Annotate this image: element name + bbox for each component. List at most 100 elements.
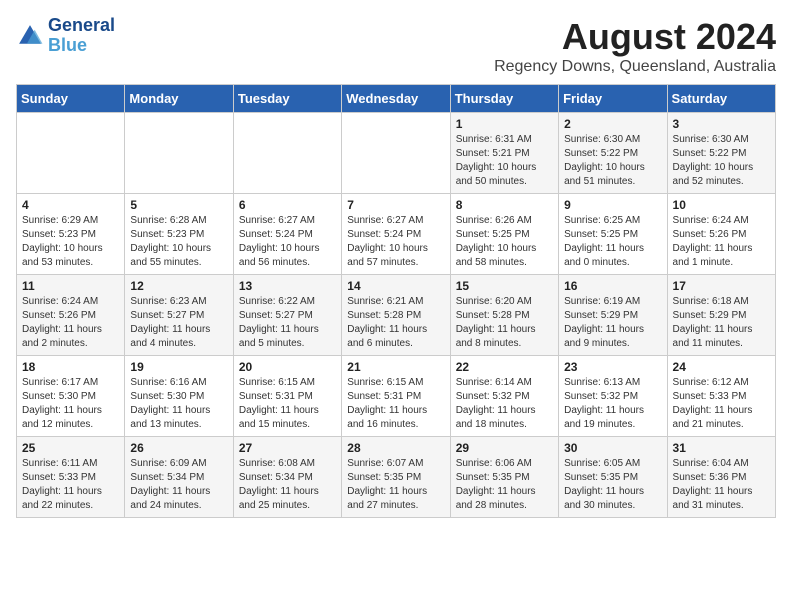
calendar-cell: 8 Sunrise: 6:26 AM Sunset: 5:25 PM Daylig… bbox=[450, 194, 558, 275]
calendar-week-row: 11 Sunrise: 6:24 AM Sunset: 5:26 PM Dayli… bbox=[17, 275, 776, 356]
calendar-cell: 31 Sunrise: 6:04 AM Sunset: 5:36 PM Dayli… bbox=[667, 437, 775, 518]
day-number: 10 bbox=[673, 198, 770, 212]
logo-line1: General bbox=[48, 16, 115, 36]
day-number: 19 bbox=[130, 360, 227, 374]
calendar-cell: 28Sunrise: 6:07 AM Sunset: 5:35 PM Dayli… bbox=[342, 437, 450, 518]
day-number: 2 bbox=[564, 117, 661, 131]
calendar-cell bbox=[17, 113, 125, 194]
day-header-sunday: Sunday bbox=[17, 85, 125, 113]
day-number: 29 bbox=[456, 441, 553, 455]
day-info: Sunrise: 6:05 AM Sunset: 5:35 PM Dayligh… bbox=[564, 457, 661, 513]
day-number: 8 bbox=[456, 198, 553, 212]
logo-text: General Blue bbox=[48, 16, 115, 56]
calendar-table: SundayMondayTuesdayWednesdayThursdayFrid… bbox=[16, 84, 776, 518]
day-header-wednesday: Wednesday bbox=[342, 85, 450, 113]
day-info: Sunrise: 6:30 AM Sunset: 5:22 PM Dayligh… bbox=[564, 133, 661, 189]
calendar-cell: 19 Sunrise: 6:16 AM Sunset: 5:30 PM Dayli… bbox=[125, 356, 233, 437]
day-info: Sunrise: 6:16 AM Sunset: 5:30 PM Dayligh… bbox=[130, 376, 227, 432]
day-number: 22 bbox=[456, 360, 553, 374]
day-header-saturday: Saturday bbox=[667, 85, 775, 113]
day-info: Sunrise: 6:09 AM Sunset: 5:34 PM Dayligh… bbox=[130, 457, 227, 513]
logo-line2: Blue bbox=[48, 36, 115, 56]
calendar-cell: 1Sunrise: 6:31 AM Sunset: 5:21 PM Daylig… bbox=[450, 113, 558, 194]
day-info: Sunrise: 6:25 AM Sunset: 5:25 PM Dayligh… bbox=[564, 214, 661, 270]
day-info: Sunrise: 6:21 AM Sunset: 5:28 PM Dayligh… bbox=[347, 295, 444, 351]
day-info: Sunrise: 6:07 AM Sunset: 5:35 PM Dayligh… bbox=[347, 457, 444, 513]
calendar-cell: 13 Sunrise: 6:22 AM Sunset: 5:27 PM Dayli… bbox=[233, 275, 341, 356]
day-header-tuesday: Tuesday bbox=[233, 85, 341, 113]
calendar-cell: 29 Sunrise: 6:06 AM Sunset: 5:35 PM Dayli… bbox=[450, 437, 558, 518]
day-number: 3 bbox=[673, 117, 770, 131]
calendar-cell: 25 Sunrise: 6:11 AM Sunset: 5:33 PM Dayli… bbox=[17, 437, 125, 518]
calendar-cell: 15Sunrise: 6:20 AM Sunset: 5:28 PM Dayli… bbox=[450, 275, 558, 356]
calendar-cell: 14 Sunrise: 6:21 AM Sunset: 5:28 PM Dayli… bbox=[342, 275, 450, 356]
location-title: Regency Downs, Queensland, Australia bbox=[494, 58, 776, 76]
calendar-cell bbox=[342, 113, 450, 194]
calendar-cell: 11 Sunrise: 6:24 AM Sunset: 5:26 PM Dayli… bbox=[17, 275, 125, 356]
day-number: 27 bbox=[239, 441, 336, 455]
calendar-week-row: 18 Sunrise: 6:17 AM Sunset: 5:30 PM Dayli… bbox=[17, 356, 776, 437]
calendar-cell bbox=[233, 113, 341, 194]
day-number: 9 bbox=[564, 198, 661, 212]
day-info: Sunrise: 6:19 AM Sunset: 5:29 PM Dayligh… bbox=[564, 295, 661, 351]
day-info: Sunrise: 6:24 AM Sunset: 5:26 PM Dayligh… bbox=[22, 295, 119, 351]
month-title: August 2024 bbox=[494, 16, 776, 58]
calendar-cell: 6Sunrise: 6:27 AM Sunset: 5:24 PM Daylig… bbox=[233, 194, 341, 275]
day-info: Sunrise: 6:26 AM Sunset: 5:25 PM Dayligh… bbox=[456, 214, 553, 270]
calendar-cell: 20 Sunrise: 6:15 AM Sunset: 5:31 PM Dayli… bbox=[233, 356, 341, 437]
calendar-cell bbox=[125, 113, 233, 194]
calendar-cell: 4 Sunrise: 6:29 AM Sunset: 5:23 PM Daylig… bbox=[17, 194, 125, 275]
calendar-week-row: 4 Sunrise: 6:29 AM Sunset: 5:23 PM Daylig… bbox=[17, 194, 776, 275]
day-info: Sunrise: 6:27 AM Sunset: 5:24 PM Dayligh… bbox=[239, 214, 336, 270]
day-number: 4 bbox=[22, 198, 119, 212]
day-number: 21 bbox=[347, 360, 444, 374]
calendar-cell: 22 Sunrise: 6:14 AM Sunset: 5:32 PM Dayli… bbox=[450, 356, 558, 437]
calendar-cell: 2 Sunrise: 6:30 AM Sunset: 5:22 PM Daylig… bbox=[559, 113, 667, 194]
calendar-cell: 27 Sunrise: 6:08 AM Sunset: 5:34 PM Dayli… bbox=[233, 437, 341, 518]
day-info: Sunrise: 6:11 AM Sunset: 5:33 PM Dayligh… bbox=[22, 457, 119, 513]
day-info: Sunrise: 6:29 AM Sunset: 5:23 PM Dayligh… bbox=[22, 214, 119, 270]
calendar-cell: 9 Sunrise: 6:25 AM Sunset: 5:25 PM Daylig… bbox=[559, 194, 667, 275]
calendar-cell: 7Sunrise: 6:27 AM Sunset: 5:24 PM Daylig… bbox=[342, 194, 450, 275]
day-number: 25 bbox=[22, 441, 119, 455]
day-info: Sunrise: 6:22 AM Sunset: 5:27 PM Dayligh… bbox=[239, 295, 336, 351]
day-info: Sunrise: 6:14 AM Sunset: 5:32 PM Dayligh… bbox=[456, 376, 553, 432]
day-number: 11 bbox=[22, 279, 119, 293]
calendar-cell: 16 Sunrise: 6:19 AM Sunset: 5:29 PM Dayli… bbox=[559, 275, 667, 356]
calendar-cell: 10 Sunrise: 6:24 AM Sunset: 5:26 PM Dayli… bbox=[667, 194, 775, 275]
day-number: 16 bbox=[564, 279, 661, 293]
day-info: Sunrise: 6:18 AM Sunset: 5:29 PM Dayligh… bbox=[673, 295, 770, 351]
calendar-cell: 30Sunrise: 6:05 AM Sunset: 5:35 PM Dayli… bbox=[559, 437, 667, 518]
calendar-cell: 12Sunrise: 6:23 AM Sunset: 5:27 PM Dayli… bbox=[125, 275, 233, 356]
day-info: Sunrise: 6:17 AM Sunset: 5:30 PM Dayligh… bbox=[22, 376, 119, 432]
calendar-cell: 18 Sunrise: 6:17 AM Sunset: 5:30 PM Dayli… bbox=[17, 356, 125, 437]
day-info: Sunrise: 6:08 AM Sunset: 5:34 PM Dayligh… bbox=[239, 457, 336, 513]
day-info: Sunrise: 6:27 AM Sunset: 5:24 PM Dayligh… bbox=[347, 214, 444, 270]
day-info: Sunrise: 6:24 AM Sunset: 5:26 PM Dayligh… bbox=[673, 214, 770, 270]
day-number: 17 bbox=[673, 279, 770, 293]
calendar-header-row: SundayMondayTuesdayWednesdayThursdayFrid… bbox=[17, 85, 776, 113]
day-number: 18 bbox=[22, 360, 119, 374]
day-info: Sunrise: 6:20 AM Sunset: 5:28 PM Dayligh… bbox=[456, 295, 553, 351]
calendar-cell: 21Sunrise: 6:15 AM Sunset: 5:31 PM Dayli… bbox=[342, 356, 450, 437]
day-number: 20 bbox=[239, 360, 336, 374]
day-number: 5 bbox=[130, 198, 227, 212]
calendar-cell: 17 Sunrise: 6:18 AM Sunset: 5:29 PM Dayli… bbox=[667, 275, 775, 356]
day-info: Sunrise: 6:31 AM Sunset: 5:21 PM Dayligh… bbox=[456, 133, 553, 189]
calendar-cell: 5Sunrise: 6:28 AM Sunset: 5:23 PM Daylig… bbox=[125, 194, 233, 275]
day-number: 26 bbox=[130, 441, 227, 455]
day-number: 31 bbox=[673, 441, 770, 455]
day-number: 14 bbox=[347, 279, 444, 293]
calendar-cell: 26 Sunrise: 6:09 AM Sunset: 5:34 PM Dayli… bbox=[125, 437, 233, 518]
calendar-week-row: 25 Sunrise: 6:11 AM Sunset: 5:33 PM Dayli… bbox=[17, 437, 776, 518]
day-info: Sunrise: 6:12 AM Sunset: 5:33 PM Dayligh… bbox=[673, 376, 770, 432]
day-info: Sunrise: 6:04 AM Sunset: 5:36 PM Dayligh… bbox=[673, 457, 770, 513]
day-info: Sunrise: 6:30 AM Sunset: 5:22 PM Dayligh… bbox=[673, 133, 770, 189]
page-header: General Blue August 2024 Regency Downs, … bbox=[16, 16, 776, 76]
day-header-thursday: Thursday bbox=[450, 85, 558, 113]
calendar-cell: 24Sunrise: 6:12 AM Sunset: 5:33 PM Dayli… bbox=[667, 356, 775, 437]
day-info: Sunrise: 6:06 AM Sunset: 5:35 PM Dayligh… bbox=[456, 457, 553, 513]
day-info: Sunrise: 6:15 AM Sunset: 5:31 PM Dayligh… bbox=[239, 376, 336, 432]
day-number: 13 bbox=[239, 279, 336, 293]
calendar-cell: 3 Sunrise: 6:30 AM Sunset: 5:22 PM Daylig… bbox=[667, 113, 775, 194]
